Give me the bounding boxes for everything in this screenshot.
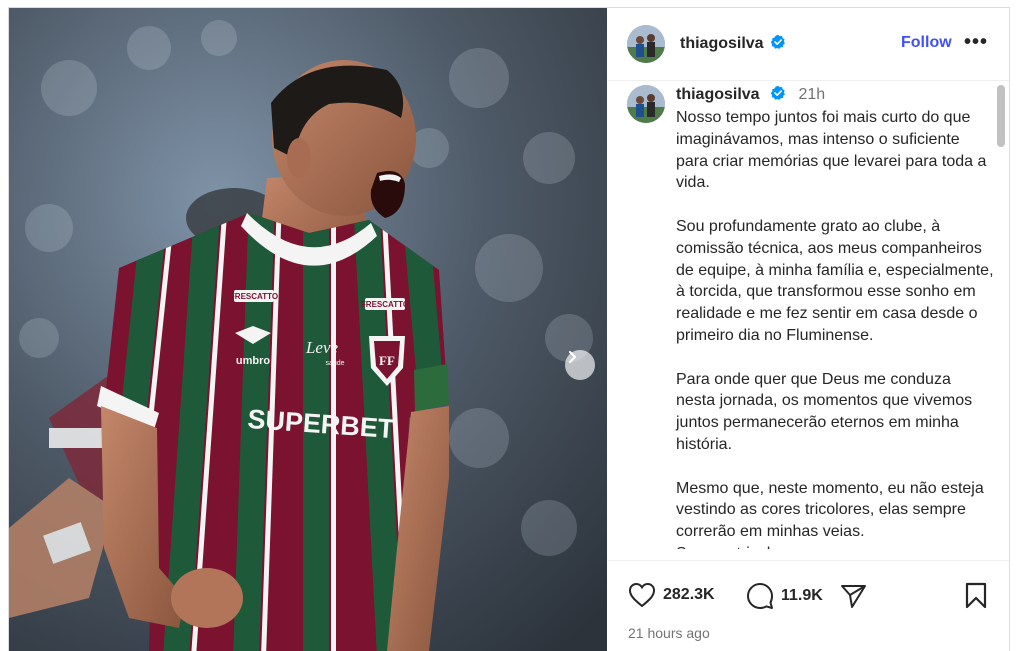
caption-header: thiagosilva 21h — [676, 85, 825, 106]
patch-text-right: FRESCATTO — [361, 300, 409, 309]
post-modal: FRESCATTO FRESCATTO umbro Leve saúde FF … — [8, 7, 1010, 651]
chevron-right-icon — [568, 350, 577, 364]
post-actions: 282.3K 11.9K 21 hours ago — [608, 560, 1009, 651]
like-button[interactable]: 282.3K — [628, 582, 715, 608]
bookmark-icon — [965, 582, 987, 609]
heart-icon — [628, 582, 656, 608]
send-paper-plane-icon — [841, 585, 866, 608]
caption-username[interactable]: thiagosilva — [676, 86, 760, 103]
next-image-button[interactable] — [565, 350, 595, 380]
post-details-panel: thiagosilva Follow ••• thiagosilva 21h N… — [608, 8, 1009, 651]
comments-section[interactable]: thiagosilva 21h Nosso tempo juntos foi m… — [608, 81, 1009, 559]
comments-count[interactable]: 11.9K — [781, 587, 823, 605]
player-photo: FRESCATTO FRESCATTO umbro Leve saúde FF … — [9, 8, 607, 651]
caption-avatar[interactable] — [627, 85, 665, 123]
comment-bubble-icon — [747, 583, 773, 609]
header-username[interactable]: thiagosilva — [680, 35, 764, 53]
more-options-button[interactable]: ••• — [964, 32, 988, 52]
post-caption: Nosso tempo juntos foi mais curto do que… — [676, 109, 994, 559]
patch-text: FRESCATTO — [230, 292, 278, 301]
save-button[interactable] — [964, 582, 988, 610]
follow-button[interactable]: Follow — [901, 34, 952, 52]
caption-fade — [608, 549, 1009, 559]
comments-scrollbar[interactable] — [997, 85, 1005, 147]
sponsor-text: Leve — [305, 338, 339, 357]
umbro-logo-text: umbro — [236, 355, 271, 367]
verified-badge-icon — [770, 85, 786, 106]
post-header: thiagosilva Follow ••• — [608, 8, 1009, 81]
svg-text:FF: FF — [379, 353, 395, 368]
likes-count[interactable]: 282.3K — [663, 586, 715, 604]
sponsor-subtext: saúde — [325, 360, 344, 367]
post-image[interactable]: FRESCATTO FRESCATTO umbro Leve saúde FF … — [9, 8, 607, 651]
caption-timestamp[interactable]: 21h — [798, 86, 825, 103]
avatar-photo — [627, 25, 665, 63]
post-time-ago[interactable]: 21 hours ago — [628, 625, 710, 641]
comment-button[interactable]: 11.9K — [746, 582, 823, 610]
verified-badge-icon — [770, 34, 786, 55]
avatar[interactable] — [627, 25, 665, 63]
avatar-photo — [627, 85, 665, 123]
share-button[interactable] — [839, 582, 867, 610]
